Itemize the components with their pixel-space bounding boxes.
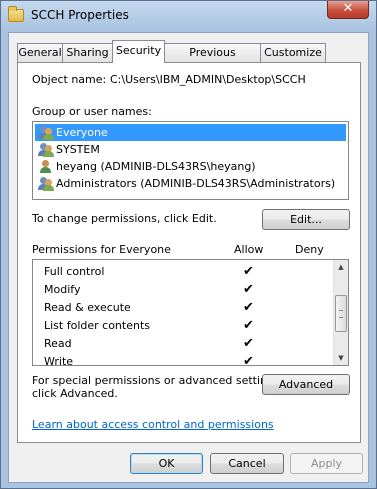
permission-name: Write [44, 355, 74, 366]
title-bar[interactable]: SCCH Properties ✕ [1, 1, 376, 33]
allow-header: Allow [234, 243, 264, 256]
list-item-everyone[interactable]: Everyone [35, 124, 346, 141]
tab-strip: General Sharing Security Previous Versio… [17, 40, 362, 76]
close-button[interactable]: ✕ [327, 1, 369, 19]
cancel-button[interactable]: Cancel [210, 453, 284, 474]
permission-row: Full control ✔ [33, 263, 333, 281]
group-list[interactable]: Everyone SYSTEM heyang (ADMINIB-DLS43RS\… [32, 121, 349, 200]
advanced-text-line1: For special permissions or advanced sett… [32, 374, 284, 387]
group-name: heyang (ADMINIB-DLS43RS\heyang) [56, 160, 256, 173]
list-item-system[interactable]: SYSTEM [35, 141, 346, 158]
tab-previous-versions[interactable]: Previous Versions [164, 43, 261, 76]
deny-header: Deny [295, 243, 324, 256]
group-icon [38, 142, 54, 157]
object-name-value: C:\Users\IBM_ADMIN\Desktop\SCCH [110, 73, 306, 86]
permission-name: Read & execute [44, 301, 131, 314]
object-name-label: Object name: [32, 73, 107, 86]
properties-window: SCCH Properties ✕ General Sharing Securi… [0, 0, 377, 489]
apply-button[interactable]: Apply [290, 453, 363, 474]
allow-check-icon: ✔ [243, 318, 254, 333]
permission-row: Read & execute ✔ [33, 299, 333, 317]
folder-icon [8, 6, 24, 22]
scroll-thumb[interactable] [335, 295, 347, 332]
group-name: SYSTEM [56, 143, 100, 156]
group-icon [38, 176, 54, 191]
permission-row: Write ✔ [33, 353, 333, 366]
tab-general[interactable]: General [17, 43, 63, 62]
list-item-heyang[interactable]: heyang (ADMINIB-DLS43RS\heyang) [35, 158, 346, 175]
permission-row: Read ✔ [33, 335, 333, 353]
user-icon [38, 159, 54, 174]
scroll-up-icon[interactable]: ▲ [334, 260, 348, 274]
permissions-header: Permissions for Everyone [32, 243, 171, 256]
group-name: Administrators (ADMINIB-DLS43RS\Administ… [56, 177, 336, 190]
permission-name: Full control [44, 265, 105, 278]
allow-check-icon: ✔ [243, 354, 254, 366]
advanced-text-line2: click Advanced. [32, 387, 118, 400]
permission-name: List folder contents [44, 319, 150, 332]
permission-name: Read [44, 337, 72, 350]
security-panel: Object name: C:\Users\IBM_ADMIN\Desktop\… [17, 62, 361, 443]
list-item-administrators[interactable]: Administrators (ADMINIB-DLS43RS\Administ… [35, 175, 346, 192]
close-icon: ✕ [342, 1, 354, 16]
allow-check-icon: ✔ [243, 282, 254, 297]
permissions-list[interactable]: Full control ✔ Modify ✔ Read & execute ✔… [32, 259, 349, 366]
group-icon [38, 125, 54, 140]
advanced-button[interactable]: Advanced [262, 374, 350, 395]
allow-check-icon: ✔ [243, 300, 254, 315]
edit-button[interactable]: Edit... [262, 209, 350, 230]
tab-customize[interactable]: Customize [260, 43, 326, 62]
allow-check-icon: ✔ [243, 336, 254, 351]
permission-name: Modify [44, 283, 81, 296]
dialog-client: General Sharing Security Previous Versio… [8, 32, 369, 483]
window-title: SCCH Properties [31, 8, 129, 22]
tab-sharing[interactable]: Sharing [62, 43, 113, 62]
tab-security[interactable]: Security [112, 40, 165, 63]
scroll-down-icon[interactable]: ▼ [334, 351, 348, 365]
ok-button[interactable]: OK [130, 453, 203, 474]
group-name: Everyone [56, 126, 108, 139]
permission-row: List folder contents ✔ [33, 317, 333, 335]
change-permissions-text: To change permissions, click Edit. [32, 212, 217, 225]
learn-link[interactable]: Learn about access control and permissio… [32, 418, 274, 431]
group-label: Group or user names: [32, 105, 152, 118]
permissions-scrollbar[interactable]: ▲ ▼ [333, 260, 348, 365]
allow-check-icon: ✔ [243, 264, 254, 279]
permission-row: Modify ✔ [33, 281, 333, 299]
